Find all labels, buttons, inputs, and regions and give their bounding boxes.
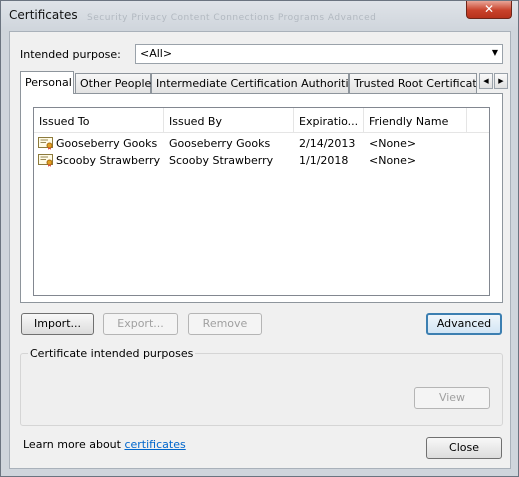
certificate-list[interactable]: Issued To Issued By Expiratio... Friendl… [33, 107, 490, 296]
certificates-link[interactable]: certificates [124, 438, 185, 451]
tab-intermediate-certification-authorities[interactable]: Intermediate Certification Authorities [151, 73, 361, 93]
arrow-left-icon: ◀ [483, 77, 489, 85]
intended-purpose-label: Intended purpose: [20, 48, 121, 61]
certificate-icon [38, 137, 53, 150]
intended-purpose-select[interactable]: <All> ▼ [135, 44, 503, 64]
chevron-down-icon: ▼ [491, 48, 498, 57]
cell-friendly-name: <None> [369, 137, 417, 150]
tab-other-people[interactable]: Other People [75, 73, 151, 93]
tab-label: Personal [25, 76, 72, 89]
cell-expiration: 1/1/2018 [299, 154, 349, 167]
cell-issued-by: Gooseberry Gooks [169, 137, 271, 150]
table-row[interactable]: Scooby Strawberry Scooby Strawberry 1/1/… [34, 152, 489, 169]
title-bar[interactable]: Certificates Security Privacy Content Co… [1, 1, 518, 31]
cell-issued-to: Gooseberry Gooks [56, 137, 158, 150]
remove-button[interactable]: Remove [188, 313, 262, 335]
column-header-issued-by[interactable]: Issued By [164, 108, 294, 133]
certificate-intended-purposes-label: Certificate intended purposes [28, 347, 196, 360]
tab-label: Trusted Root Certification [354, 77, 477, 90]
column-header-friendly-name[interactable]: Friendly Name [364, 108, 467, 133]
column-header-label: Issued By [169, 115, 222, 128]
column-header-issued-to[interactable]: Issued To [34, 108, 164, 133]
tab-label: Other People [80, 77, 152, 90]
tab-panel-personal: Issued To Issued By Expiratio... Friendl… [20, 93, 503, 303]
column-header-expiration[interactable]: Expiratio... [294, 108, 364, 133]
column-header-label: Friendly Name [369, 115, 449, 128]
column-header-label: Issued To [39, 115, 90, 128]
close-icon: ✕ [483, 2, 495, 16]
learn-more-text: Learn more about certificates [23, 438, 186, 451]
certificates-dialog: Certificates Security Privacy Content Co… [0, 0, 519, 477]
export-button[interactable]: Export... [103, 313, 178, 335]
tab-scroll-right-button[interactable]: ▶ [494, 73, 508, 89]
window-title: Certificates [9, 8, 78, 22]
close-button[interactable]: Close [426, 437, 502, 459]
advanced-button[interactable]: Advanced [426, 313, 502, 335]
dialog-client-area: Intended purpose: <All> ▼ Personal Other… [9, 31, 511, 469]
column-header-label: Expiratio... [299, 115, 359, 128]
tab-scroll-left-button[interactable]: ◀ [479, 73, 493, 89]
learn-more-prefix: Learn more about [23, 438, 125, 451]
tab-label: Intermediate Certification Authorities [156, 77, 362, 90]
certificate-store-tabs: Personal Other People Intermediate Certi… [20, 71, 508, 94]
view-button[interactable]: View [414, 387, 490, 409]
import-button[interactable]: Import... [21, 313, 94, 335]
close-window-button[interactable]: ✕ [466, 1, 512, 19]
tab-trusted-root-certification[interactable]: Trusted Root Certification [349, 73, 477, 93]
cell-issued-by: Scooby Strawberry [169, 154, 274, 167]
intended-purpose-value: <All> [140, 47, 173, 60]
cell-expiration: 2/14/2013 [299, 137, 356, 150]
certificate-icon [38, 154, 53, 167]
cell-issued-to: Scooby Strawberry [56, 154, 161, 167]
table-row[interactable]: Gooseberry Gooks Gooseberry Gooks 2/14/2… [34, 135, 489, 152]
list-header: Issued To Issued By Expiratio... Friendl… [34, 108, 489, 133]
tab-personal[interactable]: Personal [20, 71, 74, 94]
cell-friendly-name: <None> [369, 154, 417, 167]
background-window-tabs: Security Privacy Content Connections Pro… [87, 13, 377, 23]
arrow-right-icon: ▶ [498, 77, 504, 85]
